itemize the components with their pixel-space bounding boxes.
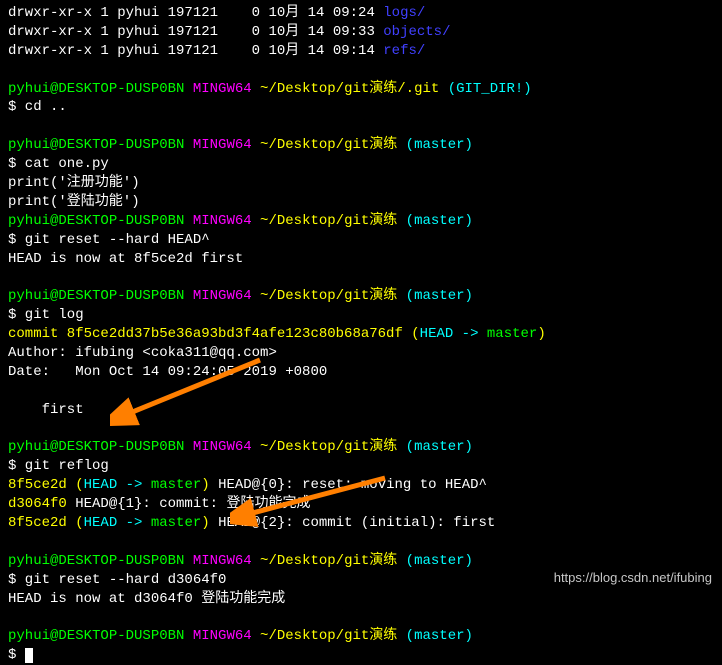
cmd-cat[interactable]: $ cat one.py xyxy=(8,155,714,174)
log-message: first xyxy=(8,401,714,420)
out-head2: HEAD is now at d3064f0 登陆功能完成 xyxy=(8,590,714,609)
out-head1: HEAD is now at 8f5ce2d first xyxy=(8,250,714,269)
cmd-reset1[interactable]: $ git reset --hard HEAD^ xyxy=(8,231,714,250)
prompt-master-5: pyhui@DESKTOP-DUSP0BN MINGW64 ~/Desktop/… xyxy=(8,552,714,571)
ls-line-1: drwxr-xr-x 1 pyhui 197121 0 10月 14 09:24… xyxy=(8,4,714,23)
cmd-log[interactable]: $ git log xyxy=(8,306,714,325)
prompt-gitdir: pyhui@DESKTOP-DUSP0BN MINGW64 ~/Desktop/… xyxy=(8,80,714,99)
log-commit: commit 8f5ce2dd37b5e36a93bd3f4afe123c80b… xyxy=(8,325,714,344)
reflog-row-3: 8f5ce2d (HEAD -> master) HEAD@{2}: commi… xyxy=(8,514,714,533)
prompt-master-3: pyhui@DESKTOP-DUSP0BN MINGW64 ~/Desktop/… xyxy=(8,287,714,306)
reflog-row-1: 8f5ce2d (HEAD -> master) HEAD@{0}: reset… xyxy=(8,476,714,495)
prompt-master-2: pyhui@DESKTOP-DUSP0BN MINGW64 ~/Desktop/… xyxy=(8,212,714,231)
cmd-cd[interactable]: $ cd .. xyxy=(8,98,714,117)
watermark: https://blog.csdn.net/ifubing xyxy=(554,569,712,587)
out-print1: print('注册功能') xyxy=(8,174,714,193)
log-date: Date: Mon Oct 14 09:24:05 2019 +0800 xyxy=(8,363,714,382)
prompt-master-4: pyhui@DESKTOP-DUSP0BN MINGW64 ~/Desktop/… xyxy=(8,438,714,457)
cmd-empty[interactable]: $ xyxy=(8,646,714,665)
reflog-row-2: d3064f0 HEAD@{1}: commit: 登陆功能完成 xyxy=(8,495,714,514)
cursor-icon xyxy=(25,648,33,663)
ls-line-3: drwxr-xr-x 1 pyhui 197121 0 10月 14 09:14… xyxy=(8,42,714,61)
out-print2: print('登陆功能') xyxy=(8,193,714,212)
cmd-reflog[interactable]: $ git reflog xyxy=(8,457,714,476)
ls-line-2: drwxr-xr-x 1 pyhui 197121 0 10月 14 09:33… xyxy=(8,23,714,42)
prompt-master-6: pyhui@DESKTOP-DUSP0BN MINGW64 ~/Desktop/… xyxy=(8,627,714,646)
log-author: Author: ifubing <coka311@qq.com> xyxy=(8,344,714,363)
prompt-master-1: pyhui@DESKTOP-DUSP0BN MINGW64 ~/Desktop/… xyxy=(8,136,714,155)
